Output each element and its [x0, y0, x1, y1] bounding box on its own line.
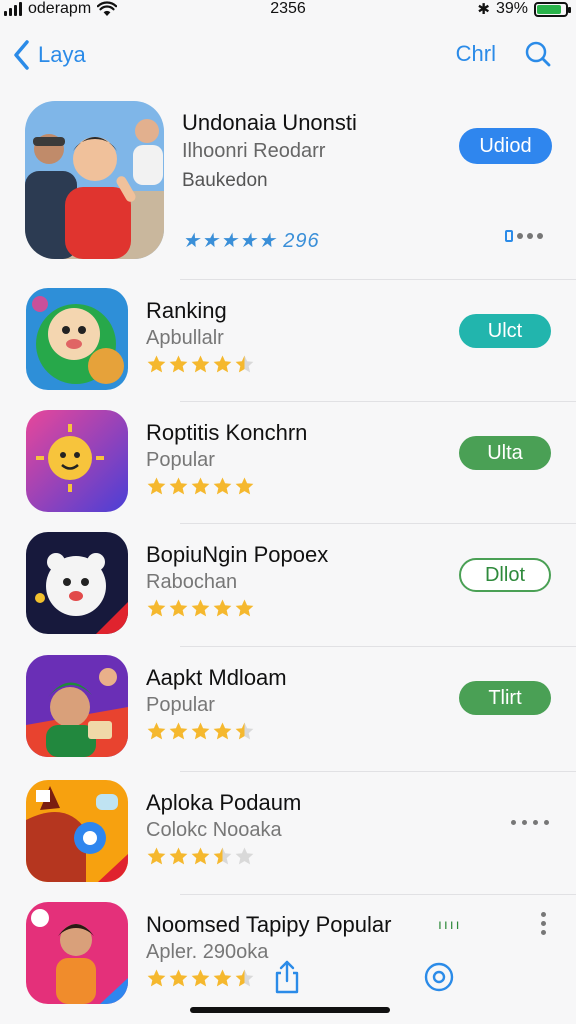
star-icon	[191, 599, 210, 617]
featured-app-title: Undonaia Unonsti	[182, 110, 357, 135]
star-rating	[146, 476, 255, 497]
star-icon	[169, 722, 188, 740]
star-icon	[213, 355, 232, 373]
app-title: Ranking	[146, 298, 227, 323]
featured-app-rating: ★★★★★ 296	[182, 230, 320, 252]
home-indicator[interactable]	[190, 1007, 390, 1013]
star-icon	[147, 847, 166, 865]
featured-app-artwork	[25, 101, 164, 259]
more-options-button[interactable]	[511, 820, 549, 825]
search-icon[interactable]	[524, 40, 552, 68]
app-subtitle: Colokc Nooaka	[146, 819, 282, 841]
app-title: Roptitis Konchrn	[146, 420, 308, 445]
bookmark-icon	[505, 230, 513, 242]
featured-app-subtitle: Ilhoonri Reodarr	[182, 140, 326, 162]
star-icon	[169, 355, 188, 373]
battery-percent: 39%	[495, 0, 528, 17]
app-icon	[26, 410, 128, 512]
star-icon	[169, 477, 188, 495]
star-icon	[147, 722, 166, 740]
app-subtitle: Popular	[146, 694, 215, 716]
star-icon	[191, 722, 210, 740]
app-icon	[26, 655, 128, 757]
nav-actions: Chrl	[456, 40, 552, 68]
app-title: Aploka Podaum	[146, 790, 302, 815]
back-button[interactable]: Laya	[12, 38, 86, 72]
star-icon	[213, 722, 232, 740]
open-button[interactable]: Dllot	[459, 558, 551, 592]
star-icon	[235, 847, 254, 865]
nav-action-button[interactable]: Chrl	[456, 41, 496, 67]
star-rating	[146, 721, 255, 742]
navigation-bar: Laya Chrl	[0, 34, 576, 80]
app-subtitle: Rabochan	[146, 571, 238, 593]
star-icon	[169, 847, 188, 865]
app-title: BopiuNgin Popoex	[146, 542, 329, 567]
share-icon[interactable]	[272, 959, 302, 995]
app-icon	[26, 288, 128, 390]
star-rating	[146, 354, 255, 375]
app-row[interactable]: Aploka Podaum Colokc Nooaka	[0, 772, 576, 894]
compass-icon[interactable]	[423, 961, 455, 993]
star-icon	[235, 599, 254, 617]
star-icon	[213, 599, 232, 617]
featured-more-button[interactable]	[505, 230, 543, 242]
app-subtitle: Apbullalr	[146, 327, 224, 349]
chevron-left-icon	[14, 40, 29, 70]
star-icon	[191, 847, 210, 865]
app-subtitle: Popular	[146, 449, 215, 471]
bluetooth-icon: ✱	[477, 1, 490, 18]
star-icon	[169, 599, 188, 617]
status-bar: oderapm 2356 ✱ 39%	[0, 0, 576, 22]
app-row[interactable]: Roptitis Konchrn Popular Ulta	[0, 402, 576, 524]
star-rating	[146, 598, 255, 619]
get-button[interactable]: Ulct	[459, 314, 551, 348]
featured-get-button[interactable]: Udiod	[459, 128, 552, 164]
app-icon	[26, 532, 128, 634]
star-icon	[213, 847, 232, 865]
featured-app-card[interactable]: Undonaia Unonsti Ilhoonri Reodarr Bauked…	[0, 96, 576, 280]
star-icon	[235, 355, 254, 373]
battery-level	[537, 4, 561, 14]
bottom-toolbar	[0, 955, 576, 995]
star-rating	[146, 846, 255, 867]
star-icon	[235, 477, 254, 495]
battery-icon	[534, 1, 571, 17]
status-right: ✱ 39%	[477, 0, 571, 18]
app-icon	[26, 780, 128, 882]
app-title: Noomsed Tapipy Popular	[146, 912, 392, 937]
more-options-button[interactable]	[541, 912, 546, 935]
star-icon	[235, 722, 254, 740]
star-icon	[213, 477, 232, 495]
get-button[interactable]: Ulta	[459, 436, 551, 470]
app-row[interactable]: Aapkt Mdloam Popular Tlirt	[0, 647, 576, 769]
star-icon	[191, 477, 210, 495]
mini-label: ıııı	[438, 916, 462, 932]
star-icon	[191, 355, 210, 373]
star-icon	[147, 599, 166, 617]
star-icon	[147, 355, 166, 373]
app-row[interactable]: BopiuNgin Popoex Rabochan Dllot	[0, 524, 576, 646]
app-title: Aapkt Mdloam	[146, 665, 287, 690]
star-icon	[147, 477, 166, 495]
back-label: Laya	[38, 42, 86, 67]
get-button[interactable]: Tlirt	[459, 681, 551, 715]
featured-app-meta: Baukedon	[182, 170, 268, 191]
app-row[interactable]: Ranking Apbullalr Ulct	[0, 280, 576, 402]
